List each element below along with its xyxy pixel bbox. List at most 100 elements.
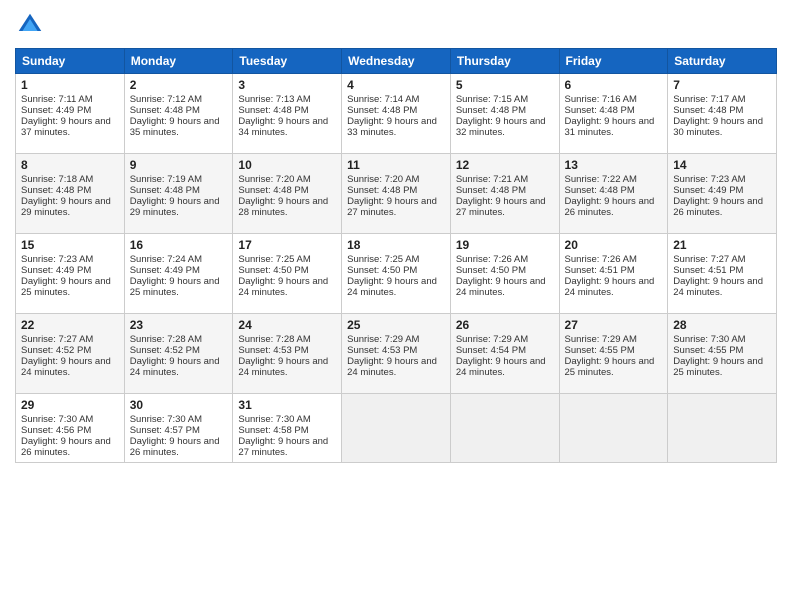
sunset-label: Sunset: 4:51 PM <box>565 265 635 276</box>
day-number: 17 <box>238 238 336 252</box>
sunrise-label: Sunrise: 7:26 AM <box>565 254 637 265</box>
sunrise-label: Sunrise: 7:20 AM <box>238 174 310 185</box>
sunrise-label: Sunrise: 7:14 AM <box>347 94 419 105</box>
col-friday: Friday <box>559 49 668 74</box>
table-row: 31 Sunrise: 7:30 AM Sunset: 4:58 PM Dayl… <box>233 394 342 463</box>
day-number: 27 <box>565 318 663 332</box>
sunrise-label: Sunrise: 7:30 AM <box>21 414 93 425</box>
daylight-label: Daylight: 9 hours and 27 minutes. <box>238 436 328 458</box>
sunset-label: Sunset: 4:50 PM <box>456 265 526 276</box>
table-row: 24 Sunrise: 7:28 AM Sunset: 4:53 PM Dayl… <box>233 314 342 394</box>
day-number: 10 <box>238 158 336 172</box>
sunset-label: Sunset: 4:49 PM <box>130 265 200 276</box>
table-row: 30 Sunrise: 7:30 AM Sunset: 4:57 PM Dayl… <box>124 394 233 463</box>
table-row: 8 Sunrise: 7:18 AM Sunset: 4:48 PM Dayli… <box>16 154 125 234</box>
table-row: 1 Sunrise: 7:11 AM Sunset: 4:49 PM Dayli… <box>16 74 125 154</box>
sunset-label: Sunset: 4:48 PM <box>130 105 200 116</box>
sunset-label: Sunset: 4:48 PM <box>565 105 635 116</box>
sunset-label: Sunset: 4:48 PM <box>456 185 526 196</box>
sunrise-label: Sunrise: 7:27 AM <box>21 334 93 345</box>
day-number: 6 <box>565 78 663 92</box>
day-number: 11 <box>347 158 445 172</box>
sunset-label: Sunset: 4:50 PM <box>238 265 308 276</box>
daylight-label: Daylight: 9 hours and 28 minutes. <box>238 196 328 218</box>
col-saturday: Saturday <box>668 49 777 74</box>
daylight-label: Daylight: 9 hours and 34 minutes. <box>238 116 328 138</box>
day-number: 13 <box>565 158 663 172</box>
daylight-label: Daylight: 9 hours and 24 minutes. <box>238 276 328 298</box>
daylight-label: Daylight: 9 hours and 32 minutes. <box>456 116 546 138</box>
sunrise-label: Sunrise: 7:30 AM <box>130 414 202 425</box>
sunset-label: Sunset: 4:57 PM <box>130 425 200 436</box>
sunset-label: Sunset: 4:58 PM <box>238 425 308 436</box>
daylight-label: Daylight: 9 hours and 24 minutes. <box>347 356 437 378</box>
daylight-label: Daylight: 9 hours and 30 minutes. <box>673 116 763 138</box>
daylight-label: Daylight: 9 hours and 37 minutes. <box>21 116 111 138</box>
sunrise-label: Sunrise: 7:16 AM <box>565 94 637 105</box>
day-number: 21 <box>673 238 771 252</box>
calendar-table: Sunday Monday Tuesday Wednesday Thursday… <box>15 48 777 463</box>
sunrise-label: Sunrise: 7:15 AM <box>456 94 528 105</box>
day-number: 15 <box>21 238 119 252</box>
table-row: 19 Sunrise: 7:26 AM Sunset: 4:50 PM Dayl… <box>450 234 559 314</box>
main-container: Sunday Monday Tuesday Wednesday Thursday… <box>0 0 792 612</box>
sunrise-label: Sunrise: 7:29 AM <box>565 334 637 345</box>
sunset-label: Sunset: 4:48 PM <box>565 185 635 196</box>
day-number: 2 <box>130 78 228 92</box>
daylight-label: Daylight: 9 hours and 24 minutes. <box>238 356 328 378</box>
day-number: 12 <box>456 158 554 172</box>
day-number: 23 <box>130 318 228 332</box>
day-number: 3 <box>238 78 336 92</box>
table-row: 21 Sunrise: 7:27 AM Sunset: 4:51 PM Dayl… <box>668 234 777 314</box>
table-row: 13 Sunrise: 7:22 AM Sunset: 4:48 PM Dayl… <box>559 154 668 234</box>
day-number: 8 <box>21 158 119 172</box>
day-number: 14 <box>673 158 771 172</box>
sunset-label: Sunset: 4:53 PM <box>347 345 417 356</box>
daylight-label: Daylight: 9 hours and 26 minutes. <box>21 436 111 458</box>
table-row: 22 Sunrise: 7:27 AM Sunset: 4:52 PM Dayl… <box>16 314 125 394</box>
table-row: 23 Sunrise: 7:28 AM Sunset: 4:52 PM Dayl… <box>124 314 233 394</box>
day-number: 31 <box>238 398 336 412</box>
sunrise-label: Sunrise: 7:29 AM <box>456 334 528 345</box>
day-number: 29 <box>21 398 119 412</box>
day-number: 19 <box>456 238 554 252</box>
sunrise-label: Sunrise: 7:25 AM <box>238 254 310 265</box>
sunrise-label: Sunrise: 7:12 AM <box>130 94 202 105</box>
sunrise-label: Sunrise: 7:23 AM <box>21 254 93 265</box>
sunset-label: Sunset: 4:52 PM <box>130 345 200 356</box>
table-row: 2 Sunrise: 7:12 AM Sunset: 4:48 PM Dayli… <box>124 74 233 154</box>
sunset-label: Sunset: 4:48 PM <box>347 185 417 196</box>
sunrise-label: Sunrise: 7:27 AM <box>673 254 745 265</box>
col-tuesday: Tuesday <box>233 49 342 74</box>
col-sunday: Sunday <box>16 49 125 74</box>
day-number: 20 <box>565 238 663 252</box>
table-row: 12 Sunrise: 7:21 AM Sunset: 4:48 PM Dayl… <box>450 154 559 234</box>
day-number: 7 <box>673 78 771 92</box>
daylight-label: Daylight: 9 hours and 25 minutes. <box>565 356 655 378</box>
table-row: 4 Sunrise: 7:14 AM Sunset: 4:48 PM Dayli… <box>342 74 451 154</box>
sunset-label: Sunset: 4:56 PM <box>21 425 91 436</box>
day-number: 4 <box>347 78 445 92</box>
daylight-label: Daylight: 9 hours and 27 minutes. <box>456 196 546 218</box>
sunset-label: Sunset: 4:48 PM <box>673 105 743 116</box>
sunset-label: Sunset: 4:48 PM <box>130 185 200 196</box>
table-row <box>342 394 451 463</box>
daylight-label: Daylight: 9 hours and 24 minutes. <box>456 276 546 298</box>
daylight-label: Daylight: 9 hours and 26 minutes. <box>565 196 655 218</box>
sunrise-label: Sunrise: 7:11 AM <box>21 94 93 105</box>
table-row: 20 Sunrise: 7:26 AM Sunset: 4:51 PM Dayl… <box>559 234 668 314</box>
sunset-label: Sunset: 4:50 PM <box>347 265 417 276</box>
daylight-label: Daylight: 9 hours and 24 minutes. <box>21 356 111 378</box>
sunrise-label: Sunrise: 7:29 AM <box>347 334 419 345</box>
table-row: 5 Sunrise: 7:15 AM Sunset: 4:48 PM Dayli… <box>450 74 559 154</box>
sunrise-label: Sunrise: 7:17 AM <box>673 94 745 105</box>
sunset-label: Sunset: 4:55 PM <box>565 345 635 356</box>
daylight-label: Daylight: 9 hours and 25 minutes. <box>673 356 763 378</box>
sunset-label: Sunset: 4:51 PM <box>673 265 743 276</box>
sunset-label: Sunset: 4:53 PM <box>238 345 308 356</box>
col-monday: Monday <box>124 49 233 74</box>
sunset-label: Sunset: 4:55 PM <box>673 345 743 356</box>
sunrise-label: Sunrise: 7:22 AM <box>565 174 637 185</box>
header <box>15 10 777 40</box>
table-row: 7 Sunrise: 7:17 AM Sunset: 4:48 PM Dayli… <box>668 74 777 154</box>
